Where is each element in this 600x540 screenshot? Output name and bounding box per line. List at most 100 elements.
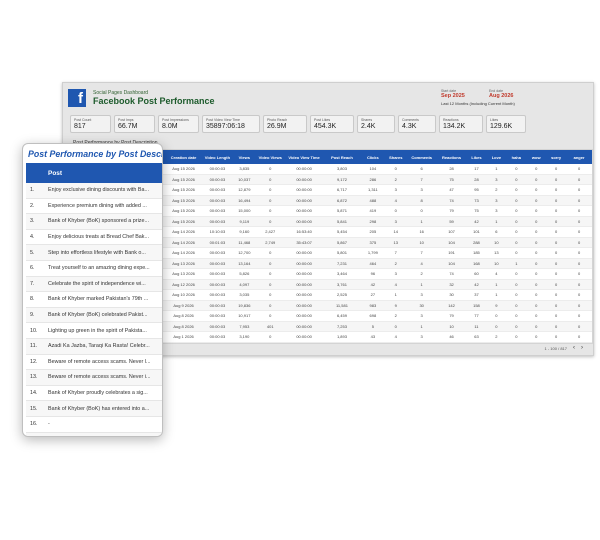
kpi-card: Comments 4.3K <box>398 115 436 133</box>
table-cell: 27 <box>370 292 376 298</box>
table-cell: 142 <box>448 302 455 308</box>
table-cell: 0 <box>535 281 538 287</box>
table-cell: 0 <box>555 250 558 256</box>
table-cell: Aug 15 2026 <box>172 218 195 224</box>
list-item[interactable]: 12. Beware of remote access scams. Never … <box>26 355 162 371</box>
table-cell: 3,190 <box>239 334 250 340</box>
table-cell: 0 <box>269 197 272 203</box>
prev-page-icon[interactable]: ‹ <box>573 345 575 351</box>
table-cell: 0 <box>515 323 518 329</box>
list-item[interactable]: 15. Bank of Khyber (BoK) has entered into… <box>26 401 162 417</box>
list-item[interactable]: 5. Step into effortless lifestyle with Ba… <box>26 245 162 261</box>
table-cell: 0 <box>555 292 558 298</box>
table-cell: 2 <box>394 176 397 182</box>
post-number: 12. <box>30 358 38 365</box>
table-cell: 00:00:03 <box>209 302 226 308</box>
list-item[interactable]: 16. - <box>26 417 162 433</box>
table-cell: 1,799 <box>367 250 378 256</box>
table-cell: Aug 15 2026 <box>172 197 195 203</box>
table-cell: 00:00:03 <box>209 218 226 224</box>
table-cell: Aug 13 2026 <box>172 260 195 266</box>
list-item[interactable]: 13. Beware of remote access scams. Never … <box>26 370 162 386</box>
post-column-label[interactable]: Post <box>48 170 62 177</box>
table-cell: 0 <box>515 313 518 319</box>
table-cell: 00:00:00 <box>296 166 312 172</box>
column-header[interactable]: Video Views <box>255 155 285 160</box>
table-cell: 0 <box>535 176 538 182</box>
table-cell: 28 <box>449 166 454 172</box>
list-item[interactable]: 7. Celebrate the spirit of independence w… <box>26 276 162 293</box>
table-cell: 11,581 <box>335 302 348 308</box>
column-header[interactable]: Video View Time <box>285 155 323 160</box>
list-item[interactable]: 14. Bank of Khyber proudly celebrates a s… <box>26 386 162 402</box>
list-item[interactable]: 1. Enjoy exclusive dining discounts with … <box>26 183 162 199</box>
kpi-card: Likes 129.6K <box>486 115 526 133</box>
column-header[interactable]: Video Length <box>201 155 233 160</box>
post-number: 4. <box>30 234 35 241</box>
table-cell: 1 <box>420 281 423 287</box>
table-cell: 5,871 <box>336 208 347 214</box>
column-header[interactable]: Clicks <box>361 155 385 160</box>
table-cell: 42 <box>474 281 479 287</box>
table-cell: 00:00:03 <box>209 187 226 193</box>
kpi-label: Photo Reach <box>267 118 288 122</box>
start-date-control[interactable]: Start date Sep 2025 <box>441 89 465 99</box>
table-cell: 00:00:00 <box>296 187 312 193</box>
list-item[interactable]: 9. Bank of Khyber (BoK) celebrated Pakist… <box>26 307 162 324</box>
table-cell: 00:00:03 <box>209 313 226 319</box>
table-cell: 0 <box>515 334 518 340</box>
column-header[interactable]: anger <box>566 155 592 160</box>
post-description: Azadi Ka Jazba, Taraqi Ka Rasta! Celebr.… <box>48 343 150 350</box>
table-cell: 3 <box>420 334 423 340</box>
list-item[interactable]: 8. Bank of Khyber marked Pakistan's 79th … <box>26 292 162 308</box>
column-header[interactable]: Comments <box>407 155 437 160</box>
table-cell: Aug 15 2026 <box>172 187 195 193</box>
column-header[interactable]: Love <box>486 155 506 160</box>
next-page-icon[interactable]: › <box>581 345 583 351</box>
column-header[interactable]: Creation date <box>166 155 202 160</box>
table-cell: 698 <box>369 313 377 319</box>
table-cell: 10 <box>494 260 499 266</box>
table-cell: 00:00:00 <box>296 313 312 319</box>
table-cell: 2,427 <box>265 229 276 235</box>
table-cell: 0 <box>555 271 558 277</box>
table-cell: 5 <box>371 323 374 329</box>
table-cell: 0 <box>555 176 558 182</box>
list-item[interactable]: 10. Lighting up green in the spirit of Pa… <box>26 323 162 339</box>
list-item[interactable]: 3. Bank of Khyber (BoK) sponsored a prize… <box>26 214 162 230</box>
list-item[interactable]: 2. Experience premium dining with added .… <box>26 199 162 215</box>
table-cell: 1 <box>420 218 423 224</box>
table-cell: 5,801 <box>336 250 347 256</box>
table-cell: Aug 13 2026 <box>172 271 195 277</box>
list-item[interactable]: 17.- <box>26 432 162 436</box>
list-item[interactable]: 11. Azadi Ka Jazba, Taraqi Ka Rasta! Cele… <box>26 338 162 355</box>
kpi-label: Shares <box>361 118 373 122</box>
table-cell: 2 <box>420 271 423 277</box>
column-header[interactable]: Shares <box>385 155 407 160</box>
table-cell: 0 <box>269 302 272 308</box>
list-item[interactable]: 4. Enjoy delicious treats at Bread Chef B… <box>26 230 162 246</box>
table-cell: Aug 8 2026 <box>173 323 194 329</box>
table-cell: 1 <box>495 292 498 298</box>
table-cell: 2 <box>394 260 397 266</box>
table-cell: 9 <box>394 302 397 308</box>
table-cell: 0 <box>577 197 581 203</box>
end-date-control[interactable]: End date Aug 2026 <box>489 89 513 99</box>
table-cell: 3 <box>495 176 498 182</box>
table-cell: 3 <box>394 187 397 193</box>
kpi-label: Post Imps <box>118 118 134 122</box>
column-header[interactable]: Post Reach <box>323 155 361 160</box>
table-cell: 13 <box>494 250 499 256</box>
table-cell: 0 <box>535 208 538 214</box>
column-header[interactable]: Views <box>233 155 255 160</box>
table-cell: 0 <box>515 281 518 287</box>
column-header[interactable]: sorry <box>546 155 566 160</box>
table-cell: 00:00:03 <box>209 250 226 256</box>
column-header[interactable]: Reactions <box>437 155 467 160</box>
column-header[interactable]: wow <box>526 155 546 160</box>
column-header[interactable]: haha <box>506 155 526 160</box>
list-item[interactable]: 6. Treat yourself to an amazing dining ex… <box>26 261 162 277</box>
kpi-card: Reactions 134.2K <box>439 115 483 133</box>
table-cell: Aug 12 2026 <box>172 281 195 287</box>
column-header[interactable]: Likes <box>467 155 487 160</box>
